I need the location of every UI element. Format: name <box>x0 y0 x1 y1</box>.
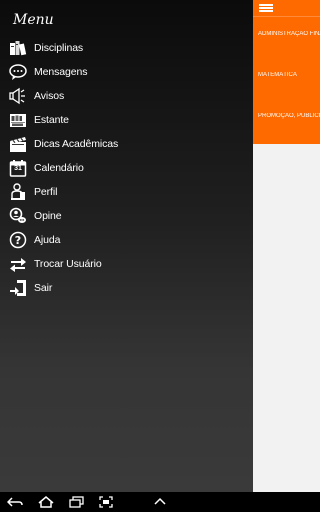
exit-icon <box>8 278 28 298</box>
person-icon <box>8 182 28 202</box>
swap-arrows-icon <box>8 254 28 274</box>
menu-item-trocar-usuario[interactable]: Trocar Usuário <box>8 253 248 275</box>
menu-item-opine[interactable]: Opine <box>8 205 248 227</box>
menu-item-dicas-academicas[interactable]: Dicas Acadêmicas <box>8 133 248 155</box>
drawer-title: Menu <box>13 12 54 28</box>
app-toolbar <box>253 0 320 16</box>
course-item[interactable]: MATEMÁTICA <box>258 72 320 78</box>
menu-item-label: Calendário <box>34 162 84 174</box>
menu-item-ajuda[interactable]: ? Ajuda <box>8 229 248 251</box>
course-item[interactable]: PROMOÇÃO, PUBLICIDADE <box>258 113 320 119</box>
menu-item-estante[interactable]: Estante <box>8 109 248 131</box>
menu-item-avisos[interactable]: Avisos <box>8 85 248 107</box>
main-content: ADMINISTRAÇÃO FINANCEIRA MATEMÁTICA PROM… <box>253 0 320 492</box>
menu-item-perfil[interactable]: Perfil <box>8 181 248 203</box>
chat-bubble-icon <box>8 62 28 82</box>
home-icon[interactable] <box>36 495 56 509</box>
menu-item-label: Estante <box>34 114 69 126</box>
course-item[interactable]: ADMINISTRAÇÃO FINANCEIRA <box>258 31 320 37</box>
navigation-drawer: Menu Disciplinas Mensagens Avisos Estant… <box>0 0 253 492</box>
clapperboard-icon <box>8 134 28 154</box>
menu-item-label: Ajuda <box>34 234 61 246</box>
help-icon: ? <box>8 230 28 250</box>
course-list: ADMINISTRAÇÃO FINANCEIRA MATEMÁTICA PROM… <box>253 16 320 144</box>
bookshelf-icon <box>8 110 28 130</box>
opinion-icon <box>8 206 28 226</box>
menu-item-label: Opine <box>34 210 62 222</box>
system-navigation-bar <box>0 492 320 512</box>
menu-item-label: Trocar Usuário <box>34 258 102 270</box>
menu-item-label: Avisos <box>34 90 65 102</box>
menu-item-disciplinas[interactable]: Disciplinas <box>8 37 248 59</box>
menu-item-mensagens[interactable]: Mensagens <box>8 61 248 83</box>
menu-item-label: Disciplinas <box>34 42 84 54</box>
menu-item-label: Perfil <box>34 186 58 198</box>
menu-item-calendario[interactable]: 31 Calendário <box>8 157 248 179</box>
menu-item-label: Dicas Acadêmicas <box>34 138 119 150</box>
back-icon[interactable] <box>5 495 25 509</box>
calendar-icon: 31 <box>8 158 28 178</box>
menu-item-sair[interactable]: Sair <box>8 277 248 299</box>
screenshot-icon[interactable] <box>96 495 116 509</box>
svg-text:?: ? <box>15 234 21 247</box>
menu-item-label: Sair <box>34 282 53 294</box>
megaphone-icon <box>8 86 28 106</box>
menu-item-label: Mensagens <box>34 66 88 78</box>
recents-icon[interactable] <box>67 495 87 509</box>
hamburger-icon[interactable] <box>259 4 273 12</box>
calendar-day: 31 <box>14 165 22 172</box>
up-chevron-icon[interactable] <box>150 495 170 509</box>
books-icon <box>8 38 28 58</box>
